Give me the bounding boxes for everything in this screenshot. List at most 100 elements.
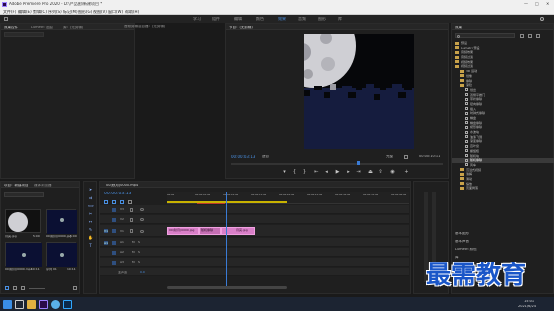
tab-audio-clip-mixer[interactable]: 音频剪辑混合器：(无剪辑) <box>124 25 165 29</box>
project-search-input[interactable] <box>4 192 44 197</box>
tab-sequence[interactable]: 00(秋月)0000.mp4 <box>106 184 138 188</box>
extract-icon[interactable]: ⇪ <box>378 170 383 175</box>
solo-button[interactable]: S <box>138 261 140 264</box>
lock-icon[interactable] <box>130 217 133 222</box>
tab-project[interactable]: 项目：新建项目 <box>4 184 29 188</box>
track-target-toggle[interactable] <box>112 217 116 222</box>
workspace-color[interactable]: 颜色 <box>256 17 264 21</box>
project-item-thumbnail[interactable] <box>46 242 77 267</box>
timeline-playhead[interactable] <box>226 192 227 286</box>
program-scrubber[interactable] <box>231 163 443 165</box>
menu-clip[interactable]: 剪辑(C) <box>33 10 47 14</box>
tab-effect-controls[interactable]: 效果控件 <box>4 26 18 30</box>
workspace-graphics[interactable]: 图形 <box>318 17 326 21</box>
photoshop-taskbar-icon[interactable] <box>63 299 72 309</box>
effect-item[interactable]: 页面剥落 <box>452 186 554 191</box>
mark-in-icon[interactable]: { <box>292 170 297 175</box>
play-icon[interactable]: ▶ <box>335 170 340 175</box>
project-item-thumbnail[interactable] <box>46 209 77 234</box>
step-back-icon[interactable]: ◂ <box>324 170 329 175</box>
pen-tool-icon[interactable]: ✎ <box>88 227 93 232</box>
icon-view-icon[interactable] <box>21 286 25 290</box>
track-target-toggle[interactable] <box>112 207 116 212</box>
source-patch-v1[interactable]: V1 <box>104 229 108 233</box>
menu-marker[interactable]: 标记(M) <box>63 10 78 14</box>
menu-edit[interactable]: 编辑(E) <box>18 10 32 14</box>
workspace-learn[interactable]: 学习 <box>193 17 201 21</box>
mute-button[interactable]: M <box>132 241 135 244</box>
section-lumetri-color[interactable]: Lumetri 颜色 <box>455 248 477 252</box>
workspace-libraries[interactable]: 库 <box>338 17 342 21</box>
eye-icon[interactable] <box>140 208 144 211</box>
menu-view[interactable]: 视图(V) <box>93 10 107 14</box>
wrench-icon[interactable] <box>128 200 132 204</box>
workspace-effects[interactable]: 效果 <box>278 17 286 21</box>
track-select-tool-icon[interactable]: ⇉ <box>88 195 93 200</box>
export-frame-icon[interactable]: ◉ <box>390 170 395 175</box>
workspace-assembly[interactable]: 组件 <box>212 17 220 21</box>
mute-button[interactable]: M <box>132 251 135 254</box>
clock-date[interactable]: 2021/6/24 <box>518 305 536 309</box>
accelerated-effects-icon[interactable] <box>520 34 524 38</box>
minimize-button[interactable]: — <box>524 2 528 6</box>
close-button[interactable]: ✕ <box>546 2 549 6</box>
project-item-thumbnail[interactable] <box>5 209 41 233</box>
time-ruler[interactable]: 00:00 00:00:05:00 00:00:10:00 00:00:15:0… <box>167 192 409 204</box>
search-icon[interactable] <box>540 17 544 21</box>
track-target-toggle[interactable] <box>112 240 116 245</box>
section-essential-sound[interactable]: 基本声音 <box>455 240 469 244</box>
lock-icon[interactable] <box>130 207 133 212</box>
fit-dropdown[interactable]: 适合 <box>262 155 269 159</box>
mark-out-icon[interactable]: } <box>302 170 307 175</box>
tab-program[interactable]: 节目：(无剪辑) <box>229 26 253 30</box>
list-view-icon[interactable] <box>13 286 17 290</box>
project-item-thumbnail[interactable] <box>5 242 42 267</box>
step-forward-icon[interactable]: ▸ <box>346 170 351 175</box>
mute-button[interactable]: M <box>132 261 135 264</box>
type-tool-icon[interactable]: T <box>88 243 93 248</box>
tab-lumetri-scopes[interactable]: Lumetri 范围 <box>31 26 53 30</box>
linked-selection-icon[interactable] <box>112 200 116 204</box>
track-target-toggle[interactable] <box>112 250 116 255</box>
ripple-edit-tool-icon[interactable]: ⟺ <box>88 203 94 208</box>
eye-icon[interactable] <box>140 229 144 233</box>
add-marker-icon[interactable] <box>120 200 124 204</box>
video-clip[interactable]: 00(秋月)0000.jpg <box>167 227 199 235</box>
tab-source[interactable]: 源：(无剪辑) <box>63 26 83 30</box>
menu-file[interactable]: 文件(F) <box>3 10 16 14</box>
button-editor-icon[interactable]: + <box>404 170 409 175</box>
quality-dropdown[interactable]: 完整 <box>386 155 393 159</box>
go-to-in-icon[interactable]: ⇤ <box>314 170 319 175</box>
program-timecode[interactable]: 00:00:03:13 <box>231 155 255 159</box>
zoom-slider[interactable] <box>29 287 45 289</box>
workspace-audio[interactable]: 音频 <box>298 17 306 21</box>
track-target-toggle[interactable] <box>112 229 116 233</box>
track-target-toggle[interactable] <box>112 260 116 265</box>
menu-graphics[interactable]: 图形(G) <box>78 10 92 14</box>
lift-icon[interactable]: ⏏ <box>368 170 373 175</box>
master-volume[interactable]: 0.0 <box>140 271 145 274</box>
go-to-out-icon[interactable]: ⇥ <box>356 170 361 175</box>
menu-help[interactable]: 帮助(H) <box>125 10 139 14</box>
taskview-icon[interactable] <box>15 299 24 309</box>
timeline-timecode[interactable]: 00:00:03:13 <box>104 192 131 197</box>
solo-button[interactable]: S <box>138 251 140 254</box>
hand-tool-icon[interactable]: ✋ <box>88 235 93 240</box>
premiere-taskbar-icon[interactable] <box>39 299 48 309</box>
add-marker-icon[interactable]: ▾ <box>282 170 287 175</box>
lock-icon[interactable] <box>130 229 133 233</box>
selection-tool-icon[interactable]: ➤ <box>88 187 93 192</box>
trash-icon[interactable] <box>73 286 77 290</box>
menu-window[interactable]: 窗口(W) <box>108 10 123 14</box>
new-item-icon[interactable] <box>5 286 9 290</box>
razor-tool-icon[interactable]: ✂ <box>88 211 93 216</box>
windows-start-icon[interactable] <box>3 299 12 309</box>
section-libraries[interactable]: 库 <box>455 256 459 260</box>
file-explorer-icon[interactable] <box>27 299 36 309</box>
clock-time[interactable]: 15:01 <box>524 300 534 304</box>
wrench-icon[interactable] <box>404 155 408 159</box>
tab-effects[interactable]: 效果 <box>455 26 462 30</box>
work-area-bar[interactable] <box>167 201 287 203</box>
playhead-indicator[interactable] <box>357 161 360 165</box>
maximize-button[interactable]: □ <box>535 2 539 6</box>
